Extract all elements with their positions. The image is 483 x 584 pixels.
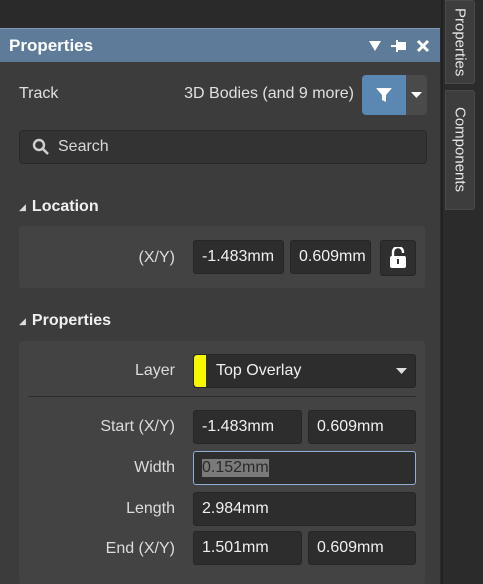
layer-label: Layer: [134, 362, 175, 379]
search-placeholder: Search: [58, 138, 109, 155]
layer-value: Top Overlay: [216, 362, 302, 379]
filter-summary: 3D Bodies (and 9 more): [184, 85, 354, 102]
location-section-header[interactable]: ◢ Location: [19, 198, 99, 216]
filter-icon: [376, 88, 392, 102]
location-y-field[interactable]: 0.609mm: [290, 240, 371, 274]
close-icon[interactable]: [412, 35, 434, 57]
chevron-down-icon: [396, 367, 407, 374]
tab-components[interactable]: Components: [445, 90, 475, 210]
filter-dropdown-button[interactable]: [406, 75, 427, 115]
width-label: Width: [134, 459, 175, 476]
layer-color-swatch: [194, 355, 206, 387]
panel-divider: [441, 0, 443, 584]
properties-panel: Properties Track 3D Bodies (and 9 more): [0, 28, 440, 584]
properties-divider: [28, 396, 416, 397]
properties-heading: Properties: [31, 312, 112, 329]
tab-properties[interactable]: Properties: [445, 0, 475, 84]
panel-menu-icon[interactable]: [364, 35, 386, 57]
end-label: End (X/Y): [105, 540, 175, 557]
window-frame-top: [0, 0, 445, 28]
end-y-field[interactable]: 0.609mm: [308, 531, 416, 565]
start-label: Start (X/Y): [100, 418, 175, 435]
collapse-triangle-icon: ◢: [19, 315, 26, 326]
chevron-down-icon: [411, 91, 422, 98]
collapse-triangle-icon: ◢: [19, 201, 26, 212]
width-value: 0.152mm: [202, 459, 269, 477]
tab-components-label: Components: [451, 107, 469, 193]
search-input[interactable]: Search: [19, 130, 427, 164]
end-x-field[interactable]: 1.501mm: [193, 531, 302, 565]
length-label: Length: [126, 500, 175, 517]
width-field[interactable]: 0.152mm: [193, 451, 416, 485]
search-icon: [32, 138, 49, 155]
location-heading: Location: [31, 198, 99, 215]
start-x-field[interactable]: -1.483mm: [193, 410, 302, 444]
panel-titlebar: Properties: [0, 28, 440, 62]
tab-properties-label: Properties: [451, 7, 469, 77]
side-tab-strip: Properties Components: [445, 0, 483, 584]
filter-button[interactable]: [362, 75, 406, 115]
location-x-field[interactable]: -1.483mm: [193, 240, 284, 274]
layer-select[interactable]: Top Overlay: [193, 354, 416, 388]
lock-button[interactable]: [380, 240, 416, 276]
panel-title: Properties: [9, 35, 94, 55]
location-xy-label: (X/Y): [138, 249, 175, 266]
length-field[interactable]: 2.984mm: [193, 492, 416, 526]
unlock-icon: [390, 247, 406, 268]
object-type-label: Track: [19, 85, 59, 102]
pin-icon[interactable]: [388, 35, 410, 57]
start-y-field[interactable]: 0.609mm: [308, 410, 416, 444]
properties-section-header[interactable]: ◢ Properties: [19, 312, 111, 330]
